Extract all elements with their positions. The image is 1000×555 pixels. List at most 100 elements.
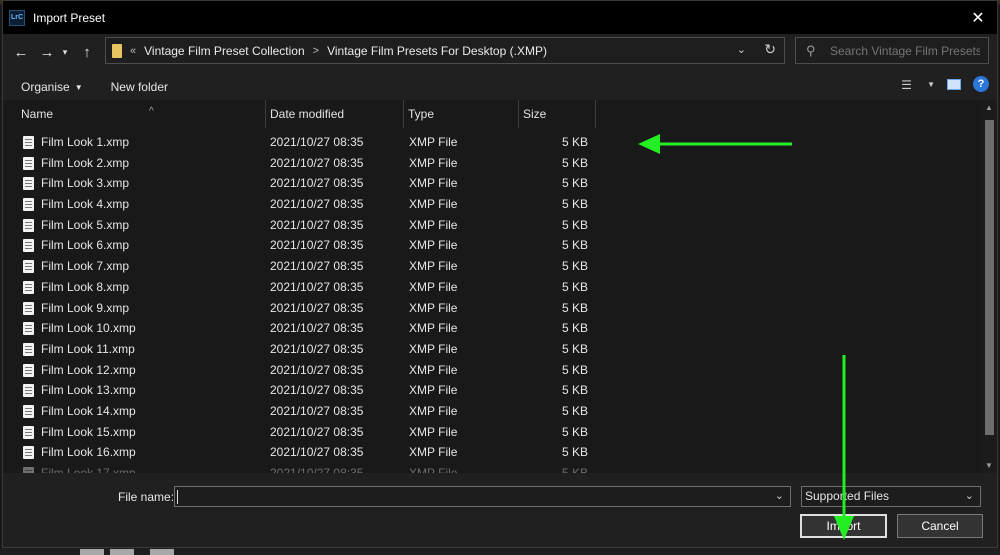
- preview-pane-icon[interactable]: [947, 78, 961, 90]
- import-button[interactable]: Import: [800, 514, 887, 538]
- file-row[interactable]: Film Look 5.xmp 2021/10/27 08:35 XMP File 5…: [3, 215, 981, 236]
- search-box[interactable]: ⚲: [795, 37, 989, 64]
- scroll-down-icon[interactable]: ▼: [985, 461, 993, 470]
- file-date: 2021/10/27 08:35: [270, 383, 364, 398]
- cancel-button[interactable]: Cancel: [897, 514, 983, 538]
- file-date: 2021/10/27 08:35: [270, 362, 364, 377]
- file-row[interactable]: Film Look 11.xmp 2021/10/27 08:35 XMP File…: [3, 339, 981, 360]
- file-date: 2021/10/27 08:35: [270, 135, 364, 149]
- search-input[interactable]: [830, 43, 980, 58]
- import-preset-dialog: LrC Import Preset ✕ ← → ▾ ↑ « Vintage Fi…: [2, 0, 998, 548]
- column-header-name-label: Name: [21, 107, 54, 121]
- column-header-date-label: Date modified: [270, 107, 345, 121]
- file-type: XMP File: [409, 176, 458, 191]
- scrollbar-thumb[interactable]: [985, 120, 994, 435]
- file-name: Film Look 5.xmp: [41, 217, 130, 232]
- close-icon[interactable]: ✕: [967, 7, 989, 29]
- xmp-file-icon: [23, 446, 34, 460]
- file-size: 5 KB: [561, 383, 588, 398]
- breadcrumb-item[interactable]: Vintage Film Preset Collection: [144, 44, 305, 58]
- xmp-file-icon: [23, 363, 34, 377]
- breadcrumb-item[interactable]: Vintage Film Presets For Desktop (.XMP): [327, 44, 547, 58]
- organise-button[interactable]: Organise ▼: [21, 80, 83, 94]
- file-row[interactable]: Film Look 2.xmp 2021/10/27 08:35 XMP File 5…: [3, 153, 981, 174]
- file-type: XMP File: [409, 155, 458, 170]
- file-type: XMP File: [409, 341, 458, 356]
- xmp-file-icon: [23, 156, 34, 170]
- arrow-left-icon[interactable]: ←: [9, 40, 33, 64]
- address-history-chevron-icon[interactable]: ⌄: [737, 43, 746, 56]
- file-date: 2021/10/27 08:35: [270, 300, 364, 315]
- xmp-file-icon: [23, 239, 34, 253]
- view-options-chevron-icon[interactable]: ▼: [927, 80, 935, 89]
- file-date: 2021/10/27 08:35: [270, 279, 364, 294]
- sort-caret-icon: ^: [149, 106, 154, 117]
- new-folder-button[interactable]: New folder: [111, 80, 168, 94]
- help-icon[interactable]: ?: [973, 76, 989, 92]
- breadcrumb-separator-icon[interactable]: >: [313, 45, 319, 57]
- chevron-down-icon[interactable]: ▾: [59, 40, 71, 64]
- organise-chevron-icon: ▼: [74, 82, 83, 92]
- file-name: Film Look 8.xmp: [41, 279, 130, 294]
- file-row[interactable]: Film Look 6.xmp 2021/10/27 08:35 XMP File 5…: [3, 235, 981, 256]
- file-size: 5 KB: [561, 279, 588, 294]
- column-header-type[interactable]: Type: [404, 100, 519, 128]
- column-headers: Name ^ Date modified Type Size: [3, 100, 981, 128]
- file-type: XMP File: [409, 259, 458, 274]
- file-list[interactable]: Name ^ Date modified Type Size Film Look…: [3, 100, 981, 473]
- file-size: 5 KB: [561, 155, 588, 170]
- view-options-icon[interactable]: ☰: [901, 78, 915, 92]
- arrow-up-icon[interactable]: ↑: [75, 40, 99, 64]
- file-row[interactable]: Film Look 4.xmp 2021/10/27 08:35 XMP File 5…: [3, 194, 981, 215]
- taskbar-thumbnail: [80, 549, 104, 555]
- file-row[interactable]: Film Look 3.xmp 2021/10/27 08:35 XMP File 5…: [3, 173, 981, 194]
- address-bar[interactable]: « Vintage Film Preset Collection > Vinta…: [105, 37, 785, 64]
- file-row[interactable]: Film Look 13.xmp 2021/10/27 08:35 XMP File…: [3, 380, 981, 401]
- file-size: 5 KB: [561, 424, 588, 439]
- column-header-name[interactable]: Name ^: [17, 100, 266, 128]
- column-header-size-label: Size: [523, 107, 547, 121]
- arrow-right-icon[interactable]: →: [35, 40, 59, 64]
- file-size: 5 KB: [561, 176, 588, 191]
- file-date: 2021/10/27 08:35: [270, 466, 364, 473]
- file-row[interactable]: Film Look 9.xmp 2021/10/27 08:35 XMP File 5…: [3, 298, 981, 319]
- file-name: Film Look 16.xmp: [41, 445, 136, 460]
- file-row[interactable]: Film Look 7.xmp 2021/10/27 08:35 XMP File 5…: [3, 256, 981, 277]
- file-row[interactable]: Film Look 17.xmp 2021/10/27 08:35 XMP File…: [3, 463, 981, 473]
- refresh-icon[interactable]: ↻: [764, 41, 776, 58]
- dialog-footer: File name: ⌄ Supported Files ⌄ Import Ca…: [3, 473, 997, 547]
- file-name-chevron-icon[interactable]: ⌄: [775, 489, 784, 502]
- xmp-file-icon: [23, 301, 34, 315]
- vertical-scrollbar[interactable]: ▲ ▼: [981, 100, 997, 473]
- file-type-filter[interactable]: Supported Files ⌄: [801, 486, 981, 507]
- file-row[interactable]: Film Look 1.xmp 2021/10/27 08:35 XMP File 5…: [3, 132, 981, 153]
- file-name: Film Look 2.xmp: [41, 155, 130, 170]
- file-date: 2021/10/27 08:35: [270, 424, 364, 439]
- file-type-chevron-icon: ⌄: [964, 490, 974, 502]
- file-type: XMP File: [409, 466, 458, 473]
- text-caret: [177, 490, 178, 504]
- scroll-up-icon[interactable]: ▲: [985, 103, 993, 112]
- file-size: 5 KB: [561, 445, 588, 460]
- column-header-size[interactable]: Size: [519, 100, 596, 128]
- file-size: 5 KB: [561, 362, 588, 377]
- navigation-bar: ← → ▾ ↑ « Vintage Film Preset Collection…: [3, 34, 997, 70]
- breadcrumb-overflow-icon[interactable]: «: [130, 45, 136, 57]
- file-name-input[interactable]: ⌄: [174, 486, 791, 507]
- file-row[interactable]: Film Look 8.xmp 2021/10/27 08:35 XMP File 5…: [3, 277, 981, 298]
- file-row[interactable]: Film Look 10.xmp 2021/10/27 08:35 XMP File…: [3, 318, 981, 339]
- file-row[interactable]: Film Look 16.xmp 2021/10/27 08:35 XMP File…: [3, 442, 981, 463]
- file-row[interactable]: Film Look 14.xmp 2021/10/27 08:35 XMP File…: [3, 401, 981, 422]
- file-type: XMP File: [409, 362, 458, 377]
- column-header-date[interactable]: Date modified: [266, 100, 404, 128]
- column-header-type-label: Type: [408, 107, 435, 121]
- file-row[interactable]: Film Look 15.xmp 2021/10/27 08:35 XMP File…: [3, 422, 981, 443]
- file-row[interactable]: Film Look 12.xmp 2021/10/27 08:35 XMP File…: [3, 360, 981, 381]
- file-date: 2021/10/27 08:35: [270, 197, 364, 212]
- file-name: Film Look 11.xmp: [41, 341, 135, 356]
- file-name: Film Look 7.xmp: [41, 259, 130, 274]
- file-type: XMP File: [409, 403, 458, 418]
- file-size: 5 KB: [561, 321, 588, 336]
- file-size: 5 KB: [561, 259, 588, 274]
- file-name: Film Look 10.xmp: [41, 321, 136, 336]
